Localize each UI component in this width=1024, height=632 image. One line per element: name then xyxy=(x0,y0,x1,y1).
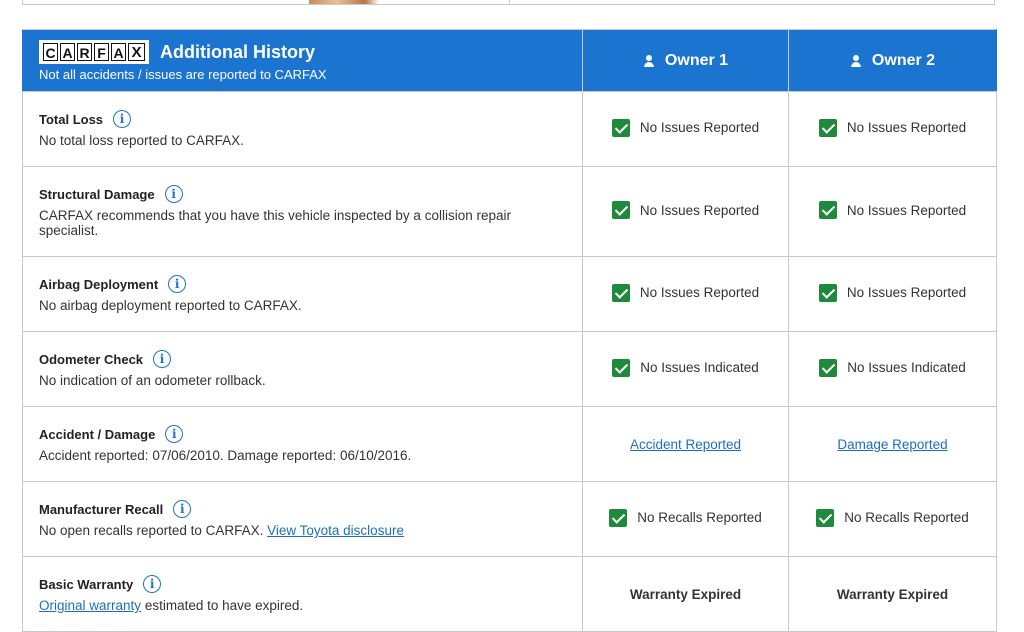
checkmark-icon xyxy=(611,283,630,302)
owner-2-header: Owner 2 xyxy=(788,29,997,92)
info-icon[interactable]: i xyxy=(164,185,183,203)
checkmark-icon xyxy=(816,508,835,527)
carfax-logo: CARFAX xyxy=(39,40,149,64)
section-title: Additional History xyxy=(160,41,316,62)
row-title: Structural Damage xyxy=(39,186,155,202)
view-toyota-disclosure-link[interactable]: View Toyota disclosure xyxy=(267,523,404,538)
info-icon[interactable]: i xyxy=(153,350,172,368)
table-row-structural-damage: Structural Damage i CARFAX recommends tha… xyxy=(22,166,997,257)
person-icon xyxy=(643,54,655,67)
checkmark-icon xyxy=(818,283,837,302)
table-row-total-loss: Total Loss i No total loss reported to CA… xyxy=(22,91,997,167)
owner-2-status: No Issues Reported xyxy=(846,202,967,218)
checkmark-icon xyxy=(612,358,631,377)
info-icon[interactable]: i xyxy=(113,110,132,128)
row-description: No airbag deployment reported to CARFAX. xyxy=(39,298,302,313)
row-title: Basic Warranty xyxy=(39,576,134,592)
table-row-accident-damage: Accident / Damage i Accident reported: 07… xyxy=(22,406,997,482)
checkmark-icon xyxy=(819,358,838,377)
owner-1-status: Warranty Expired xyxy=(582,556,789,632)
owner-1-status: No Recalls Reported xyxy=(637,510,762,525)
checkmark-icon xyxy=(611,201,630,219)
table-row-manufacturer-recall: Manufacturer Recall i No open recalls rep… xyxy=(22,481,997,557)
row-description: estimated to have expired. xyxy=(144,598,304,613)
previous-section-strip xyxy=(22,0,995,5)
table-row-basic-warranty: Basic Warranty i Original warranty estima… xyxy=(22,556,997,632)
owner-1-header: Owner 1 xyxy=(582,29,789,92)
info-icon[interactable]: i xyxy=(173,500,192,518)
owner-1-status: No Issues Reported xyxy=(639,202,760,218)
row-description: No indication of an odometer rollback. xyxy=(39,373,266,388)
owner-2-status: No Issues Reported xyxy=(846,120,967,135)
section-subtitle: Not all accidents / issues are reported … xyxy=(39,67,327,82)
row-title: Manufacturer Recall xyxy=(39,501,164,517)
info-icon[interactable]: i xyxy=(143,575,162,593)
row-description: No total loss reported to CARFAX. xyxy=(39,133,244,148)
owner-2-status: No Issues Indicated xyxy=(847,360,966,375)
checkmark-icon xyxy=(609,508,628,527)
checkmark-icon xyxy=(611,118,630,137)
vehicle-thumbnail xyxy=(309,0,379,4)
additional-history-table: CARFAX Additional History Not all accide… xyxy=(22,29,997,632)
row-description: Accident reported: 07/06/2010. Damage re… xyxy=(39,448,412,463)
damage-reported-link[interactable]: Damage Reported xyxy=(837,437,947,452)
owner-1-status: No Issues Reported xyxy=(639,120,760,135)
original-warranty-link[interactable]: Original warranty xyxy=(39,598,141,613)
row-title: Total Loss xyxy=(39,111,104,127)
checkmark-icon xyxy=(818,118,837,137)
table-row-odometer-check: Odometer Check i No indication of an odom… xyxy=(22,331,997,407)
owner-1-status: No Issues Indicated xyxy=(640,360,759,375)
strip-divider xyxy=(509,0,510,4)
row-title: Accident / Damage xyxy=(39,426,156,442)
checkmark-icon xyxy=(818,201,837,219)
table-row-airbag-deployment: Airbag Deployment i No airbag deployment … xyxy=(22,256,997,332)
info-icon[interactable]: i xyxy=(168,275,187,293)
owner-2-status: Warranty Expired xyxy=(788,556,997,632)
row-description: CARFAX recommends that you have this veh… xyxy=(39,208,511,238)
table-header-title: CARFAX Additional History Not all accide… xyxy=(22,29,583,92)
row-title: Odometer Check xyxy=(39,351,144,367)
row-title: Airbag Deployment xyxy=(39,276,159,292)
owner-2-status: No Recalls Reported xyxy=(844,510,969,525)
owner-2-status: No Issues Reported xyxy=(846,285,967,300)
row-description: No open recalls reported to CARFAX. xyxy=(39,523,264,538)
accident-reported-link[interactable]: Accident Reported xyxy=(630,437,741,452)
person-icon xyxy=(850,54,862,67)
owner-1-status: No Issues Reported xyxy=(639,285,760,300)
info-icon[interactable]: i xyxy=(165,425,184,443)
